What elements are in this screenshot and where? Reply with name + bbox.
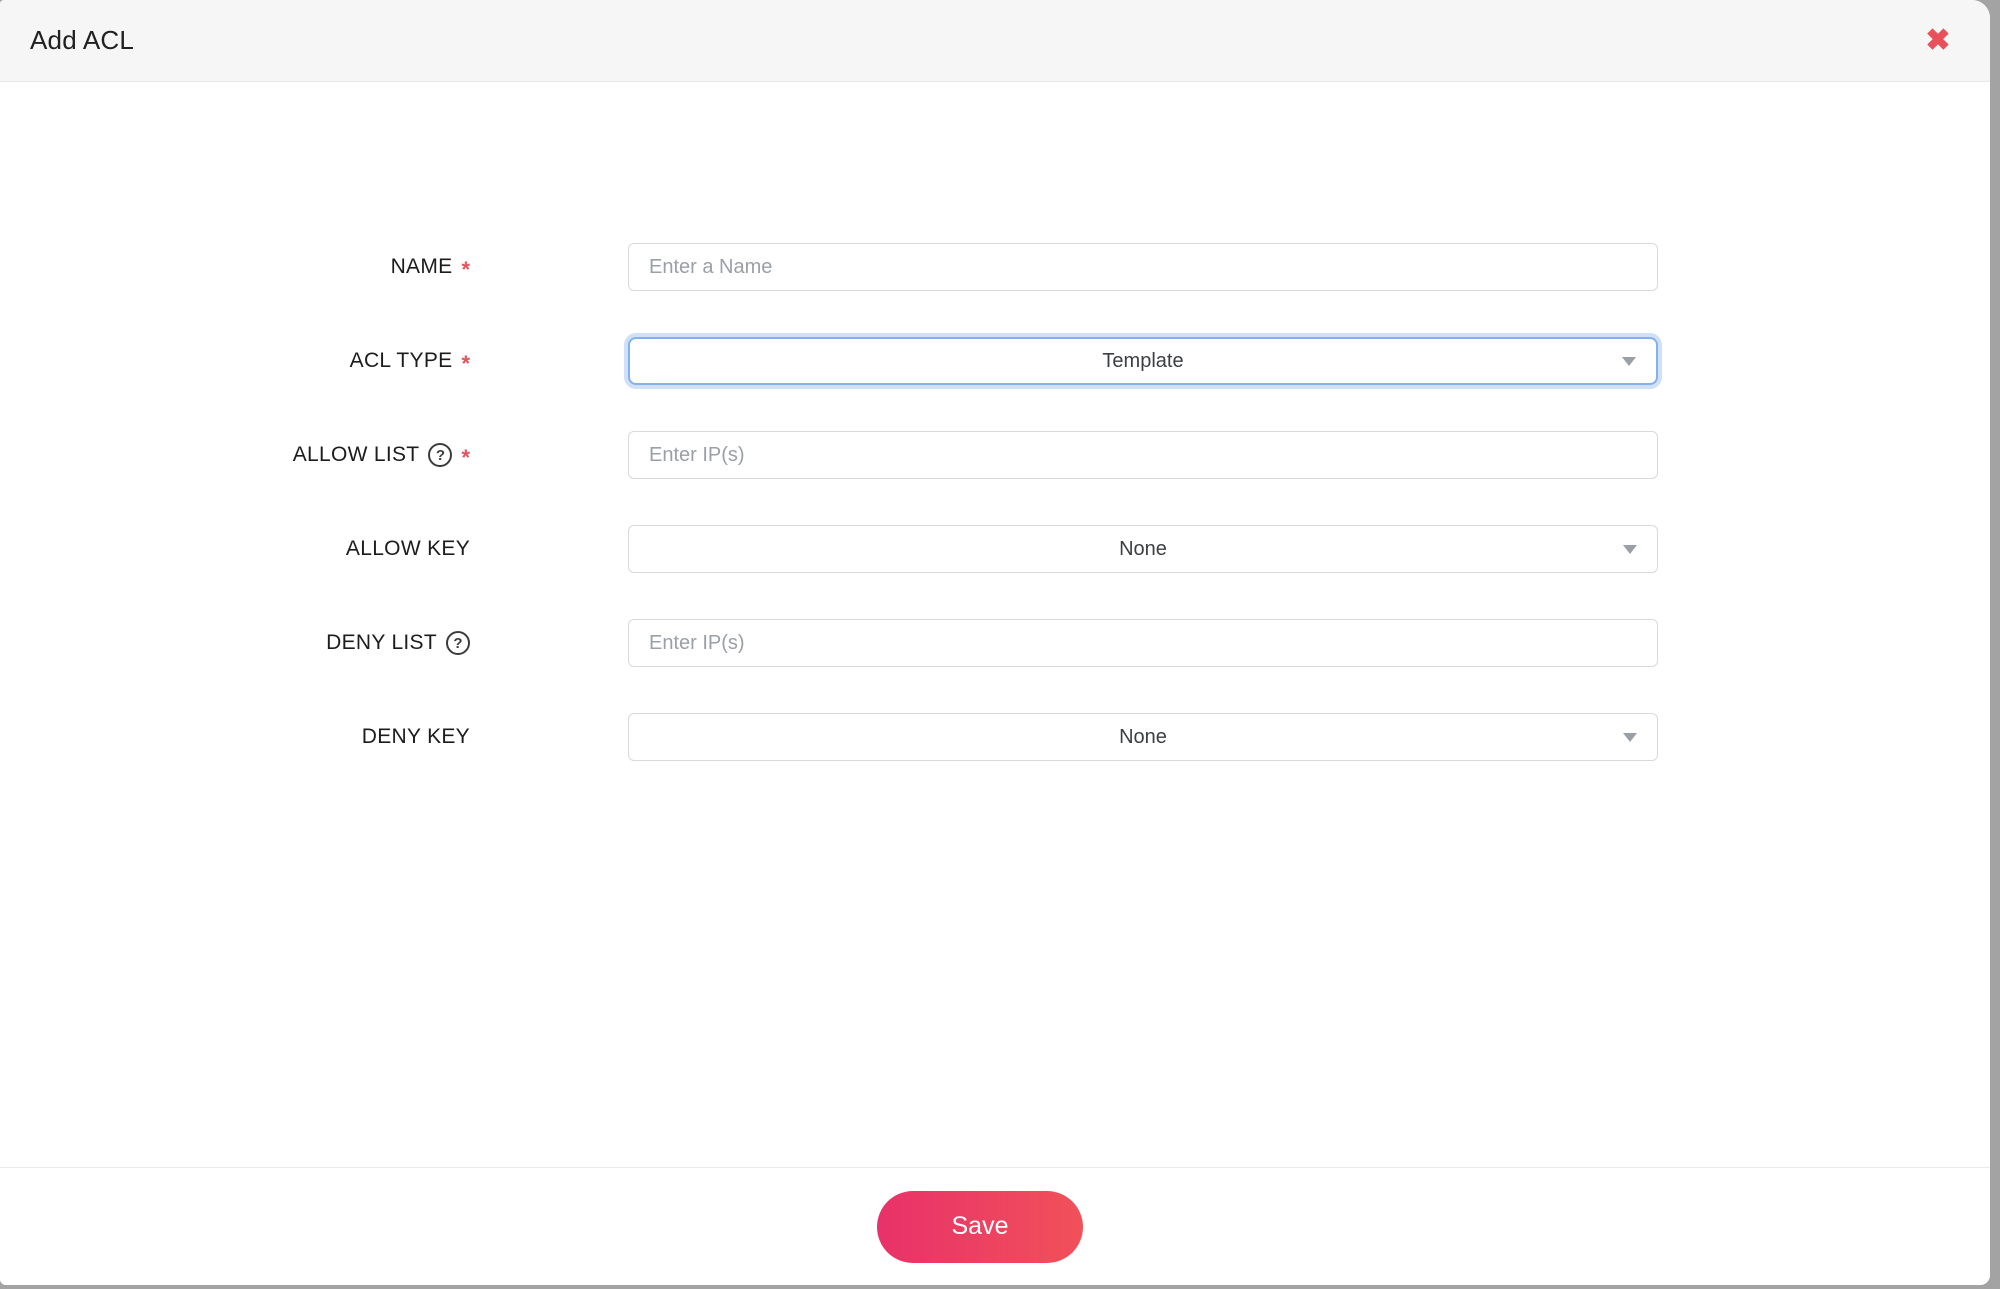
chevron-down-icon: [1623, 545, 1637, 554]
name-input[interactable]: [628, 243, 1658, 291]
close-icon: ✖: [1925, 26, 1950, 56]
deny-key-label-wrap: DENY KEY: [0, 725, 470, 749]
name-label: NAME: [391, 255, 453, 279]
allow-key-field-wrap: None: [628, 525, 1658, 573]
name-field-wrap: [628, 243, 1658, 291]
deny-list-label: DENY LIST: [326, 631, 437, 655]
add-acl-modal: Add ACL ✖ NAME * ACL TYPE * Template: [0, 0, 1990, 1285]
deny-list-label-wrap: DENY LIST ?: [0, 631, 470, 655]
form-row-deny-list: DENY LIST ?: [0, 619, 1990, 667]
allow-list-label: ALLOW LIST: [293, 443, 420, 467]
modal-title: Add ACL: [30, 25, 134, 56]
form-row-acl-type: ACL TYPE * Template: [0, 337, 1990, 385]
allow-list-input[interactable]: [628, 431, 1658, 479]
help-icon[interactable]: ?: [428, 443, 452, 467]
chevron-down-icon: [1622, 357, 1636, 366]
form-row-allow-key: ALLOW KEY None: [0, 525, 1990, 573]
required-asterisk: *: [461, 347, 470, 375]
acl-type-label-wrap: ACL TYPE *: [0, 347, 470, 375]
deny-list-field-wrap: [628, 619, 1658, 667]
allow-key-label: ALLOW KEY: [346, 537, 470, 561]
allow-list-field-wrap: [628, 431, 1658, 479]
acl-type-field-wrap: Template: [628, 337, 1658, 385]
required-asterisk: *: [461, 253, 470, 281]
deny-key-field-wrap: None: [628, 713, 1658, 761]
deny-key-label: DENY KEY: [362, 725, 470, 749]
modal-header: Add ACL ✖: [0, 0, 1990, 82]
deny-key-select[interactable]: None: [628, 713, 1658, 761]
allow-key-label-wrap: ALLOW KEY: [0, 537, 470, 561]
acl-form: NAME * ACL TYPE * Template ALLOW: [0, 82, 1990, 1167]
form-row-name: NAME *: [0, 243, 1990, 291]
form-row-deny-key: DENY KEY None: [0, 713, 1990, 761]
required-asterisk: *: [461, 441, 470, 469]
form-row-allow-list: ALLOW LIST ? *: [0, 431, 1990, 479]
allow-list-label-wrap: ALLOW LIST ? *: [0, 441, 470, 469]
modal-footer: Save: [0, 1167, 1990, 1285]
acl-type-select[interactable]: Template: [628, 337, 1658, 385]
allow-key-select[interactable]: None: [628, 525, 1658, 573]
name-label-wrap: NAME *: [0, 253, 470, 281]
chevron-down-icon: [1623, 733, 1637, 742]
save-button[interactable]: Save: [877, 1191, 1083, 1263]
close-button[interactable]: ✖: [1916, 19, 1960, 63]
acl-type-selected-value: Template: [1102, 350, 1183, 373]
allow-key-selected-value: None: [1119, 538, 1167, 561]
deny-list-input[interactable]: [628, 619, 1658, 667]
deny-key-selected-value: None: [1119, 726, 1167, 749]
acl-type-label: ACL TYPE: [350, 349, 453, 373]
help-icon[interactable]: ?: [446, 631, 470, 655]
